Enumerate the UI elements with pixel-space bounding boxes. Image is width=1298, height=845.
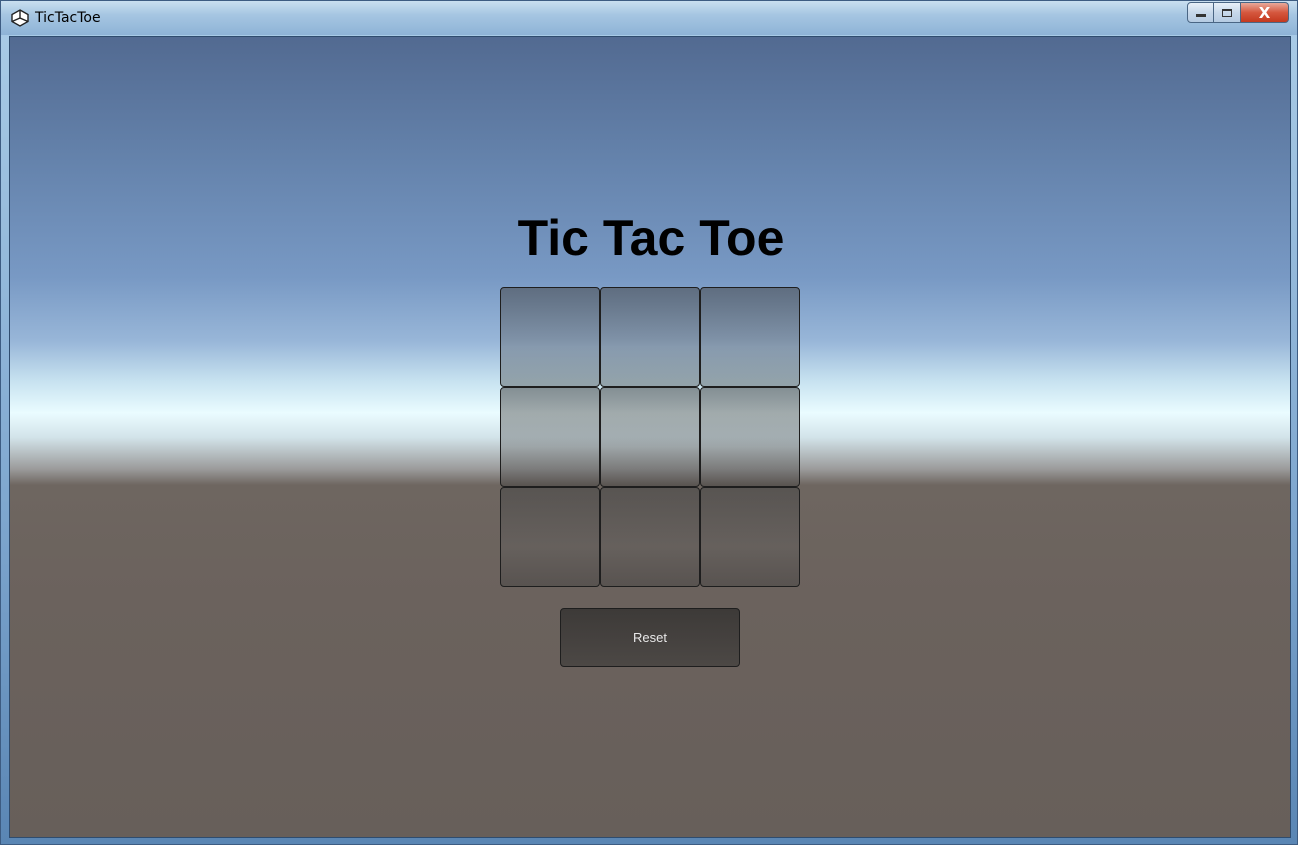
board-cell-0-2[interactable] (700, 287, 800, 387)
maximize-icon (1222, 8, 1232, 17)
app-window: TicTacToe X Tic Tac Toe Reset (0, 0, 1298, 845)
close-button[interactable]: X (1241, 2, 1289, 23)
title-bar[interactable]: TicTacToe X (1, 1, 1297, 35)
game-viewport: Tic Tac Toe Reset (9, 36, 1291, 838)
unity-logo-icon (11, 9, 29, 27)
board-cell-0-1[interactable] (600, 287, 700, 387)
close-icon: X (1258, 3, 1271, 22)
minimize-icon (1195, 14, 1206, 17)
board-cell-0-0[interactable] (500, 287, 600, 387)
board-cell-1-0[interactable] (500, 387, 600, 487)
window-controls: X (1187, 2, 1289, 24)
board-cell-1-1[interactable] (600, 387, 700, 487)
minimize-button[interactable] (1187, 2, 1214, 23)
board-cell-1-2[interactable] (700, 387, 800, 487)
reset-button-label: Reset (633, 630, 667, 645)
board-cell-2-0[interactable] (500, 487, 600, 587)
window-title: TicTacToe (35, 10, 101, 26)
maximize-button[interactable] (1214, 2, 1241, 23)
board-cell-2-1[interactable] (600, 487, 700, 587)
board-cell-2-2[interactable] (700, 487, 800, 587)
game-board (500, 287, 802, 589)
reset-button[interactable]: Reset (560, 608, 740, 667)
game-title: Tic Tac Toe (517, 210, 785, 266)
